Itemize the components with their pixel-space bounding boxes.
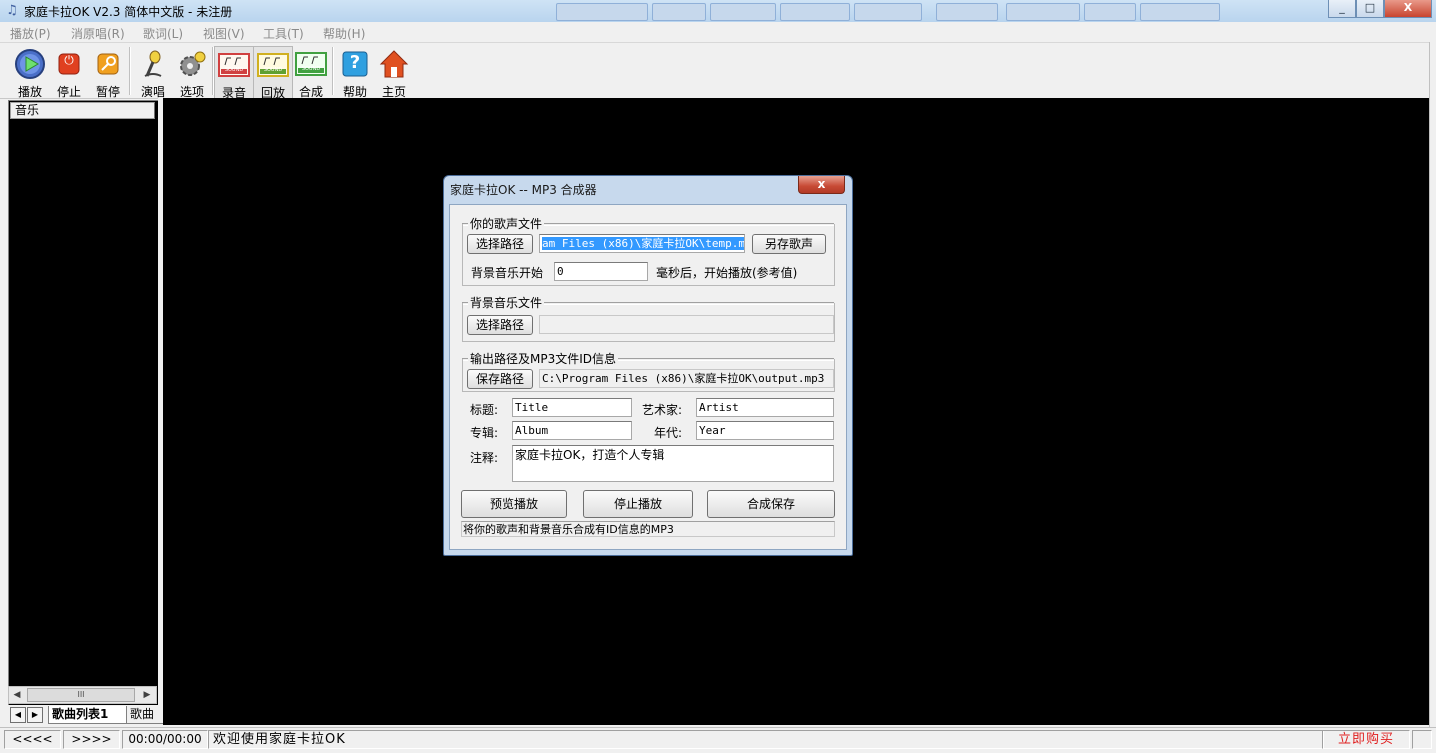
- sound-playback-icon: [257, 53, 289, 77]
- bg-start-suffix: 毫秒后，开始播放(参考值): [656, 266, 798, 280]
- sound-caption: SOUND: [224, 67, 244, 73]
- playlist-tabs: ◀ ▶ 歌曲列表1 歌曲: [8, 705, 166, 725]
- year-input[interactable]: Year: [696, 421, 834, 440]
- tab-prev-icon[interactable]: ◀: [10, 707, 26, 723]
- question-glyph: ?: [349, 52, 361, 73]
- status-message: 欢迎使用家庭卡拉OK: [208, 730, 1324, 749]
- mix-button[interactable]: SOUND 合成: [292, 46, 330, 99]
- menu-lyrics[interactable]: 歌词(L): [143, 25, 183, 42]
- sound-mix-icon: [295, 52, 327, 76]
- record-button[interactable]: SOUND 录音: [214, 46, 254, 100]
- mp3-mixer-dialog: 家庭卡拉OK -- MP3 合成器 x 你的歌声文件 选择路径 am Files…: [443, 175, 853, 556]
- sing-button[interactable]: 演唱: [134, 46, 172, 99]
- taskbar-thumbnail: [710, 3, 776, 21]
- scroll-thumb[interactable]: III: [27, 688, 135, 702]
- status-bar: <<<< >>>> 00:00/00:00 欢迎使用家庭卡拉OK 立即购买: [0, 727, 1436, 753]
- stop-button[interactable]: ⏻ 停止: [50, 46, 88, 99]
- voice-path-field[interactable]: am Files (x86)\家庭卡拉OK\temp.mp3: [539, 234, 745, 253]
- artist-label: 艺术家:: [642, 403, 683, 417]
- restore-button[interactable]: □: [1356, 0, 1384, 18]
- menu-bar: 播放(P) 消原唱(R) 歌词(L) 视图(V) 工具(T) 帮助(H): [0, 22, 1436, 43]
- stop-play-button[interactable]: 停止播放: [583, 490, 693, 518]
- menu-play[interactable]: 播放(P): [10, 25, 51, 42]
- key-icon: [97, 53, 119, 75]
- options-button[interactable]: 选项: [173, 46, 211, 99]
- tab-playlist-2[interactable]: 歌曲: [126, 706, 166, 724]
- pause-button[interactable]: 暂停: [89, 46, 127, 99]
- app-icon: ♫: [6, 3, 18, 18]
- toolbar: 播放 ⏻ 停止 暂停 演唱 选项 SOUND 录音 SOUND 回放 SOUND…: [0, 43, 1436, 100]
- play-icon: [15, 49, 45, 79]
- buy-now-link[interactable]: 立即购买: [1322, 730, 1410, 749]
- album-input[interactable]: Album: [512, 421, 632, 440]
- tab-playlist-1[interactable]: 歌曲列表1: [48, 706, 128, 724]
- help-button[interactable]: ? 帮助: [336, 46, 374, 99]
- sound-record-icon: [218, 53, 250, 77]
- microphone-icon: [144, 50, 162, 77]
- bg-path-field[interactable]: [539, 315, 834, 334]
- sound-caption: SOUND: [301, 66, 321, 72]
- menu-help[interactable]: 帮助(H): [323, 25, 365, 42]
- save-path-button[interactable]: 保存路径: [467, 369, 533, 389]
- taskbar-thumbnail: [1084, 3, 1136, 21]
- voice-path-selection: am Files (x86)\家庭卡拉OK\temp.mp3: [542, 237, 744, 250]
- power-glyph: ⏻: [64, 53, 74, 67]
- comment-label: 注释:: [470, 451, 499, 465]
- title-bar[interactable]: ♫ 家庭卡拉OK V2.3 简体中文版 - 未注册 _ □ X: [0, 0, 1436, 23]
- horizontal-scrollbar[interactable]: ◀ III ▶: [8, 686, 157, 704]
- mix-save-button[interactable]: 合成保存: [707, 490, 835, 518]
- preview-play-button[interactable]: 预览播放: [461, 490, 567, 518]
- window-title: 家庭卡拉OK V2.3 简体中文版 - 未注册: [24, 5, 233, 19]
- home-button[interactable]: 主页: [375, 46, 413, 99]
- taskbar-thumbnail: [780, 3, 850, 21]
- toolbar-separator: [332, 47, 334, 95]
- minimize-button[interactable]: _: [1328, 0, 1356, 18]
- close-button[interactable]: X: [1384, 0, 1432, 18]
- play-button[interactable]: 播放: [11, 46, 49, 99]
- voice-group-label: 你的歌声文件: [468, 215, 545, 232]
- menu-view[interactable]: 视图(V): [203, 25, 245, 42]
- dialog-client: 你的歌声文件 选择路径 am Files (x86)\家庭卡拉OK\temp.m…: [449, 204, 847, 550]
- dialog-close-button[interactable]: x: [798, 176, 845, 194]
- save-voice-button[interactable]: 另存歌声: [752, 234, 826, 254]
- gear-icon: [180, 51, 206, 76]
- music-list-panel[interactable]: 音乐: [8, 100, 160, 707]
- menu-tools[interactable]: 工具(T): [263, 25, 304, 42]
- output-path-field: C:\Program Files (x86)\家庭卡拉OK\output.mp3: [539, 369, 834, 388]
- dialog-title: 家庭卡拉OK -- MP3 合成器: [450, 183, 597, 197]
- comment-input[interactable]: 家庭卡拉OK，打造个人专辑: [512, 445, 834, 482]
- tab-next-icon[interactable]: ▶: [27, 707, 43, 723]
- taskbar-thumbnail: [1140, 3, 1220, 21]
- taskbar-thumbnail: [1006, 3, 1080, 21]
- album-label: 专辑:: [470, 426, 499, 440]
- forward-button[interactable]: >>>>: [63, 730, 120, 749]
- sound-caption: SOUND: [263, 67, 283, 73]
- output-group-label: 输出路径及MP3文件ID信息: [468, 350, 619, 367]
- title-label: 标题:: [470, 403, 499, 417]
- rewind-button[interactable]: <<<<: [4, 730, 61, 749]
- bg-start-label: 背景音乐开始: [471, 266, 544, 280]
- toolbar-separator: [129, 47, 131, 95]
- bg-start-offset-input[interactable]: 0: [554, 262, 648, 281]
- taskbar-thumbnail: [936, 3, 998, 21]
- artist-input[interactable]: Artist: [696, 398, 834, 417]
- menu-remove-vocals[interactable]: 消原唱(R): [71, 25, 125, 42]
- choose-voice-path-button[interactable]: 选择路径: [467, 234, 533, 254]
- scroll-left-icon[interactable]: ◀: [10, 688, 24, 702]
- home-icon: [379, 50, 409, 78]
- taskbar-thumbnail: [854, 3, 922, 21]
- scroll-right-icon[interactable]: ▶: [140, 688, 154, 702]
- taskbar-thumbnail: [556, 3, 648, 21]
- taskbar-thumbnail: [652, 3, 706, 21]
- dialog-status-text: 将你的歌声和背景音乐合成有ID信息的MP3: [461, 521, 835, 537]
- time-display: 00:00/00:00: [122, 730, 208, 749]
- title-input[interactable]: Title: [512, 398, 632, 417]
- choose-bg-path-button[interactable]: 选择路径: [467, 315, 533, 335]
- resize-grip[interactable]: [1412, 730, 1432, 749]
- bg-group-label: 背景音乐文件: [468, 294, 545, 311]
- year-label: 年代:: [654, 426, 683, 440]
- music-column-header[interactable]: 音乐: [10, 102, 155, 119]
- window-right-border: [1429, 42, 1436, 728]
- playback-button[interactable]: SOUND 回放: [253, 46, 293, 100]
